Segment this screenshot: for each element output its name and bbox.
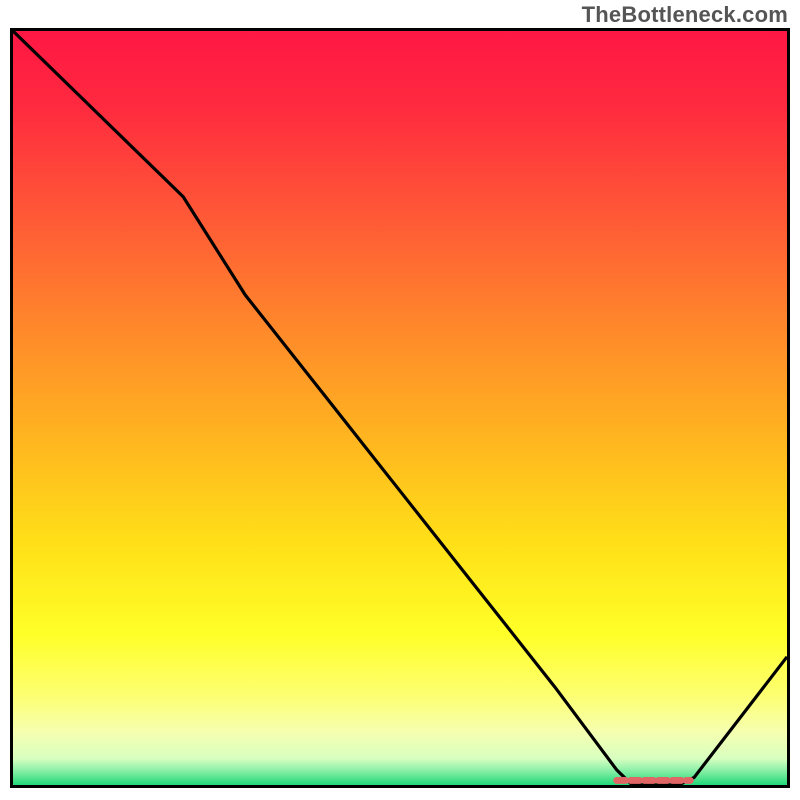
watermark-text: TheBottleneck.com (582, 2, 788, 28)
chart-frame (10, 28, 790, 788)
chart-curve (13, 31, 787, 785)
